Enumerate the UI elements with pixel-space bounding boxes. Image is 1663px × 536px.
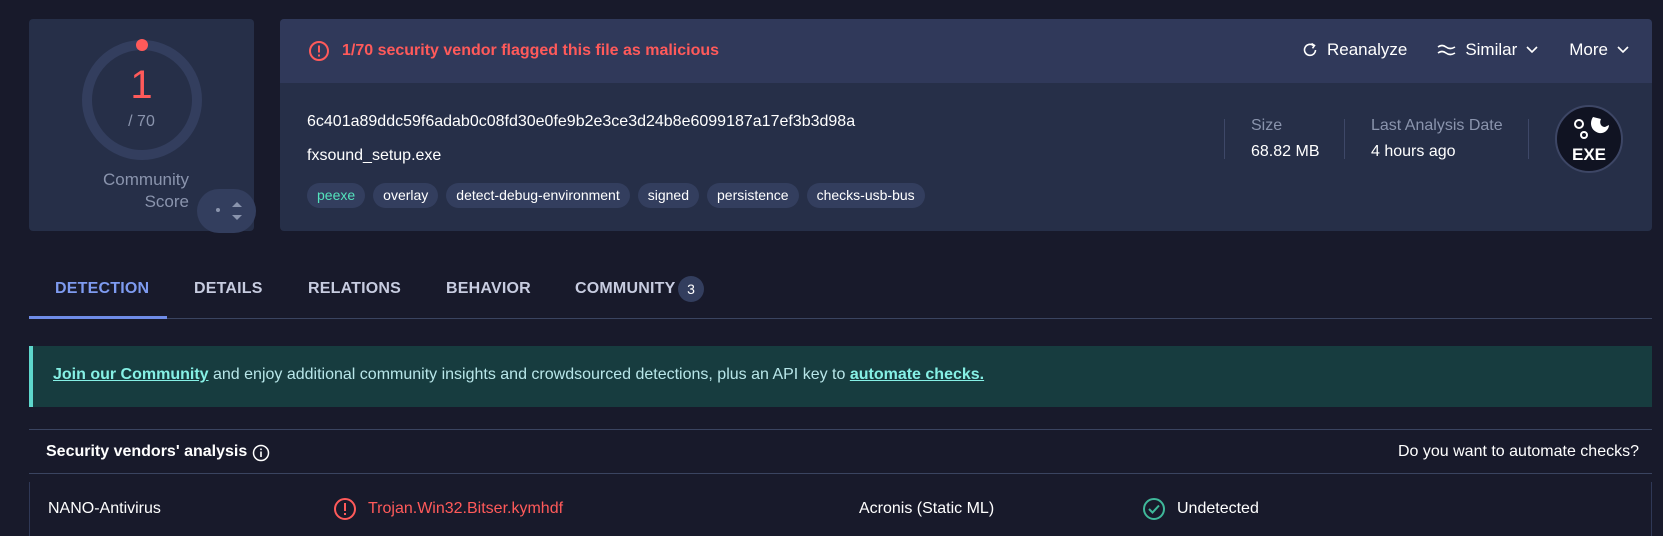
file-type-badge: EXE: [1555, 105, 1623, 173]
automate-checks-prompt[interactable]: Do you want to automate checks?: [1398, 443, 1639, 461]
community-vote-control[interactable]: [197, 189, 256, 233]
community-score-card: 1 / 70 Community Score: [29, 19, 256, 233]
similar-label: Similar: [1465, 40, 1518, 59]
meta-divider: [1528, 119, 1529, 159]
vendors-header: Security vendors' analysis Do you want t…: [29, 429, 1652, 474]
size-label: Size: [1251, 117, 1283, 134]
file-name: fxsound_setup.exe: [307, 147, 442, 164]
reanalyze-button[interactable]: Reanalyze: [1301, 40, 1407, 60]
tag-checks-usb-bus[interactable]: checks-usb-bus: [806, 183, 925, 208]
vendor-row: NANO-Antivirus Trojan.Win32.Bitser.kymhd…: [29, 482, 1652, 536]
file-tags: peexe overlay detect-debug-environment s…: [307, 183, 925, 208]
tag-persistence[interactable]: persistence: [707, 183, 799, 208]
vote-arrows-icon[interactable]: [230, 198, 244, 224]
info-icon[interactable]: [252, 444, 270, 462]
tab-relations[interactable]: RELATIONS: [308, 280, 401, 298]
file-actions: Reanalyze Similar More: [1271, 40, 1630, 60]
alert-text: 1/70 security vendor flagged this file a…: [342, 42, 720, 59]
file-header-card: 1/70 security vendor flagged this file a…: [280, 19, 1652, 231]
last-analysis-label: Last Analysis Date: [1371, 117, 1503, 134]
community-count-badge: 3: [678, 276, 704, 302]
detection-result[interactable]: Trojan.Win32.Bitser.kymhdf: [368, 500, 563, 518]
tag-overlay[interactable]: overlay: [373, 183, 439, 208]
vendors-title: Security vendors' analysis: [46, 443, 248, 460]
tag-peexe[interactable]: peexe: [307, 183, 366, 208]
banner-text: Join our Community and enjoy additional …: [53, 366, 984, 384]
more-label: More: [1569, 40, 1608, 59]
join-community-link[interactable]: Join our Community: [53, 366, 209, 383]
chevron-down-icon: [1526, 46, 1538, 54]
tab-detection[interactable]: DETECTION: [55, 280, 149, 298]
reanalyze-label: Reanalyze: [1326, 40, 1408, 59]
vendor-name: NANO-Antivirus: [48, 500, 161, 517]
similar-button[interactable]: Similar: [1437, 40, 1539, 60]
active-tab-indicator: [29, 316, 167, 319]
malicious-alert-bar: 1/70 security vendor flagged this file a…: [280, 19, 1652, 83]
score-gauge-indicator: [136, 39, 148, 51]
check-circle-icon: [1143, 498, 1165, 520]
report-tabs: DETECTION DETAILS RELATIONS BEHAVIOR COM…: [29, 262, 1652, 319]
vendor-name: Acronis (Static ML): [859, 500, 995, 517]
last-analysis-value: 4 hours ago: [1371, 143, 1456, 160]
alert-circle-icon: [309, 41, 329, 61]
meta-divider: [1344, 119, 1345, 159]
vote-dot-icon: [216, 208, 220, 212]
more-button[interactable]: More: [1569, 40, 1630, 60]
size-value: 68.82 MB: [1251, 143, 1320, 160]
similar-icon: [1437, 44, 1456, 56]
chevron-down-icon: [1617, 46, 1629, 54]
automate-checks-link[interactable]: automate checks.: [850, 366, 984, 383]
tag-signed[interactable]: signed: [637, 183, 699, 208]
detection-total: / 70: [128, 113, 155, 130]
file-type-label: EXE: [1571, 145, 1607, 164]
detection-result: Undetected: [1177, 500, 1259, 517]
refresh-icon: [1303, 42, 1317, 57]
banner-middle-text: and enjoy additional community insights …: [208, 366, 850, 383]
tab-behavior[interactable]: BEHAVIOR: [446, 280, 531, 298]
meta-divider: [1224, 119, 1225, 159]
tab-community[interactable]: COMMUNITY: [575, 280, 675, 298]
detection-count: 1: [130, 63, 153, 107]
tag-detect-debug-environment[interactable]: detect-debug-environment: [446, 183, 630, 208]
community-banner: Join our Community and enjoy additional …: [29, 346, 1652, 407]
gears-icon: [1574, 117, 1609, 139]
community-score-label: Community Score: [103, 170, 189, 211]
tab-details[interactable]: DETAILS: [194, 280, 263, 298]
file-hash[interactable]: 6c401a89ddc59f6adab0c08fd30e0fe9b2e3ce3d…: [307, 113, 855, 131]
malicious-alert-icon: [334, 498, 356, 520]
